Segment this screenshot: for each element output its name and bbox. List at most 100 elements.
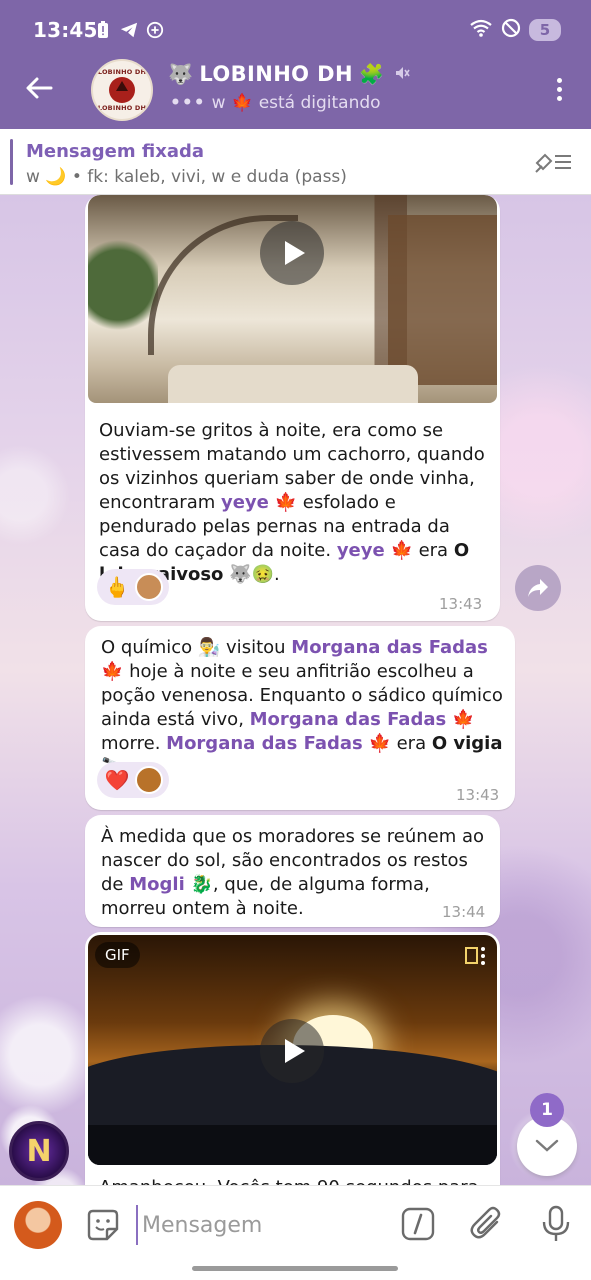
message-text: À medida que os moradores se reúnem ao n… [101,825,493,921]
reaction-chip[interactable]: ❤️ [97,762,169,798]
gif-badge: GIF [95,942,140,968]
battery-alert-icon [94,20,112,40]
share-arrow-icon [528,579,548,597]
leaf-emoji: 🍁 [451,709,475,730]
message-text-part: era [412,540,454,561]
sticker-smile-icon [87,1209,119,1241]
battery-level: 5 [529,19,561,41]
add-circle-icon [146,20,164,40]
message-time: 13:43 [439,595,483,613]
role-name: O vigia [431,733,503,754]
dot-icon [556,95,562,101]
group-avatar-text: LOBINHO DH [97,104,147,112]
user-mention[interactable]: Morgana das Fadas [250,709,447,730]
message-text: O químico 👨‍🔬 visitou Morgana das Fadas … [101,636,505,780]
gif-options-button[interactable] [465,945,487,967]
typing-user-emoji: 🍁 [231,93,253,113]
gif-options-icon [465,947,485,965]
status-notification-icons [94,20,164,40]
user-mention[interactable]: yeye [221,492,269,513]
thumbnail-sofa [168,365,418,403]
do-not-disturb-icon [501,18,521,42]
user-mention[interactable]: Mogli [129,874,185,895]
message-bubble[interactable]: Ouviam-se gritos à noite, era como se es… [85,195,500,621]
message-time: 13:43 [456,786,500,804]
leaf-emoji: 🍁 [368,733,391,754]
status-system-icons: 5 [469,18,561,42]
dot-icon [556,77,562,83]
chat-title-text: LOBINHO DH [199,62,353,86]
pinned-message-bar[interactable]: Mensagem fixada w 🌙 • fk: kaleb, vivi, w… [0,129,591,195]
dot-icon [556,86,562,92]
user-mention[interactable]: Morgana das Fadas [166,733,363,754]
pinned-text: w 🌙 • fk: kaleb, vivi, w e duda (pass) [26,167,347,187]
bot-avatar-button[interactable]: N [9,1121,69,1181]
bot-avatar-letter: N [26,1133,52,1169]
message-text-part: era [390,733,432,754]
message-bubble[interactable]: O químico 👨‍🔬 visitou Morgana das Fadas … [85,626,515,810]
bot-commands-button[interactable] [401,1207,435,1241]
chevron-down-icon [535,1139,559,1152]
dragon-emoji: 🐉 [190,874,213,895]
wifi-icon [469,18,493,42]
message-input-bar [0,1185,591,1280]
pinned-indicator [10,139,13,185]
slash-command-icon [401,1207,435,1241]
message-text-part: . [274,564,280,585]
wolf-logo-icon [109,77,135,103]
status-bar: 13:45 5 [0,0,591,58]
back-button[interactable] [22,70,56,106]
reaction-emoji: 🖕 [104,575,130,599]
reaction-emoji: ❤️ [104,768,130,792]
leaf-emoji: 🍁 [101,661,124,682]
user-mention[interactable]: Morgana das Fadas [291,637,488,658]
pinned-list-button[interactable] [535,149,573,175]
status-time: 13:45 [33,18,98,42]
message-time: 13:44 [442,903,486,921]
message-bubble[interactable]: GIF Amanheceu. Vocês tem 90 segundos par… [85,932,500,1185]
leaf-emoji: 🍁 [274,492,298,513]
chat-title[interactable]: 🐺 LOBINHO DH 🧩 [168,62,410,86]
home-indicator [192,1266,398,1271]
emoji-button[interactable] [85,1207,121,1243]
leaf-emoji: 🍁 [390,540,413,561]
message-text-part: morre. [101,733,167,754]
play-button[interactable] [260,1019,324,1083]
voice-record-button[interactable] [539,1205,573,1243]
share-button[interactable] [515,565,561,611]
attach-button[interactable] [469,1205,505,1243]
message-text: Ouviam-se gritos à noite, era como se es… [99,419,491,587]
typing-dots: ••• [170,93,206,113]
muted-icon [394,62,410,86]
chemist-emoji: 👨‍🔬 [197,637,221,658]
pinned-title: Mensagem fixada [26,141,205,162]
title-prefix-emoji: 🐺 [168,62,194,86]
video-thumbnail[interactable] [88,195,497,403]
thumbnail-door [388,215,497,385]
reaction-chip[interactable]: 🖕 [97,569,169,605]
play-button[interactable] [260,221,324,285]
arrow-left-icon [26,77,53,99]
message-caption: Amanheceu. Vocês tem 90 segundos para [99,1176,491,1185]
reactor-avatar [135,766,163,794]
pin-list-icon [535,153,571,173]
gif-ground [88,1125,497,1165]
microphone-icon [542,1205,570,1241]
role-emoji: 🐺🤢 [229,564,274,585]
reactor-avatar [135,573,163,601]
group-avatar[interactable]: LOBINHO DH LOBINHO DH [91,59,153,121]
typing-text: está digitando [258,93,381,113]
top-bar: 13:45 5 LOBINHO DH LOBINHO DH 🐺 LOBINHO … [0,0,591,129]
message-bubble[interactable]: À medida que os moradores se reúnem ao n… [85,815,500,927]
unread-count-badge: 1 [530,1093,564,1127]
user-mention[interactable]: yeye [337,540,385,561]
more-menu-button[interactable] [551,74,567,104]
send-as-avatar[interactable] [14,1201,62,1249]
message-input[interactable] [136,1205,376,1245]
gif-media[interactable]: GIF [88,935,497,1165]
message-text-part: visitou [220,637,292,658]
message-text-part: O químico [101,637,198,658]
typing-status: ••• w 🍁 está digitando [170,93,381,113]
paperclip-icon [470,1206,501,1239]
title-suffix-emoji: 🧩 [358,62,385,86]
